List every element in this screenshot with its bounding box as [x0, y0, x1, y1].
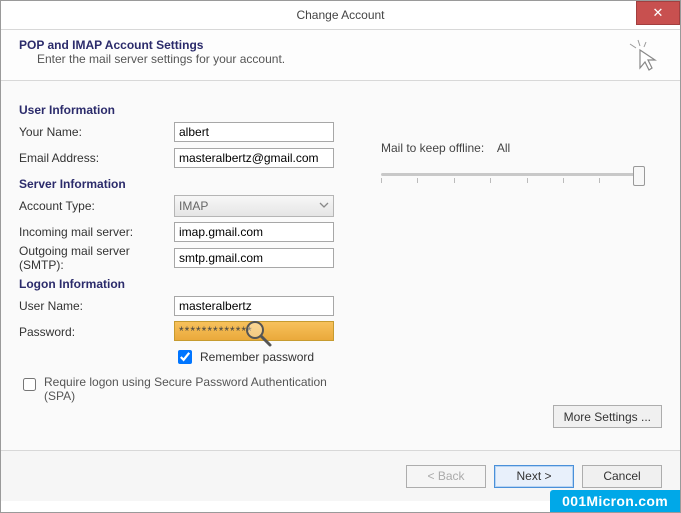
mail-keep-label: Mail to keep offline:: [381, 141, 484, 155]
label-your-name: Your Name:: [19, 125, 174, 139]
spa-checkbox[interactable]: [23, 378, 36, 391]
label-user-name: User Name:: [19, 299, 174, 313]
more-settings-button[interactable]: More Settings ...: [553, 405, 662, 428]
account-type-dropdown: IMAP: [174, 195, 334, 217]
close-icon: ✕: [653, 5, 664, 21]
mail-keep-value: All: [497, 141, 510, 155]
password-mask: *************: [179, 324, 253, 338]
titlebar: Change Account ✕: [1, 1, 680, 30]
cancel-button[interactable]: Cancel: [582, 465, 662, 488]
close-button[interactable]: ✕: [636, 1, 680, 25]
label-account-type: Account Type:: [19, 199, 174, 213]
outgoing-server-input[interactable]: [174, 248, 334, 268]
watermark: 001Micron.com: [550, 490, 680, 512]
label-password: Password:: [19, 325, 174, 339]
window-title: Change Account: [296, 8, 384, 22]
back-button: < Back: [406, 465, 486, 488]
your-name-input[interactable]: [174, 122, 334, 142]
section-user-information: User Information: [19, 103, 662, 117]
account-type-value: IMAP: [179, 199, 208, 213]
page-heading: POP and IMAP Account Settings: [19, 38, 662, 52]
email-address-input[interactable]: [174, 148, 334, 168]
mail-offline-slider[interactable]: [381, 169, 641, 189]
incoming-server-input[interactable]: [174, 222, 334, 242]
user-name-input[interactable]: [174, 296, 334, 316]
remember-password-label: Remember password: [200, 350, 314, 364]
password-input[interactable]: *************: [174, 321, 334, 341]
label-incoming-server: Incoming mail server:: [19, 225, 174, 239]
cursor-decoration-icon: [628, 38, 662, 75]
header-area: POP and IMAP Account Settings Enter the …: [1, 30, 680, 81]
spa-label: Require logon using Secure Password Auth…: [44, 375, 344, 403]
next-button[interactable]: Next >: [494, 465, 574, 488]
label-email-address: Email Address:: [19, 151, 174, 165]
remember-password-checkbox[interactable]: [178, 350, 192, 364]
page-subheading: Enter the mail server settings for your …: [37, 52, 662, 66]
section-logon-information: Logon Information: [19, 277, 662, 291]
slider-thumb[interactable]: [633, 166, 645, 186]
label-outgoing-server: Outgoing mail server (SMTP):: [19, 244, 174, 272]
chevron-down-icon: [319, 199, 329, 213]
